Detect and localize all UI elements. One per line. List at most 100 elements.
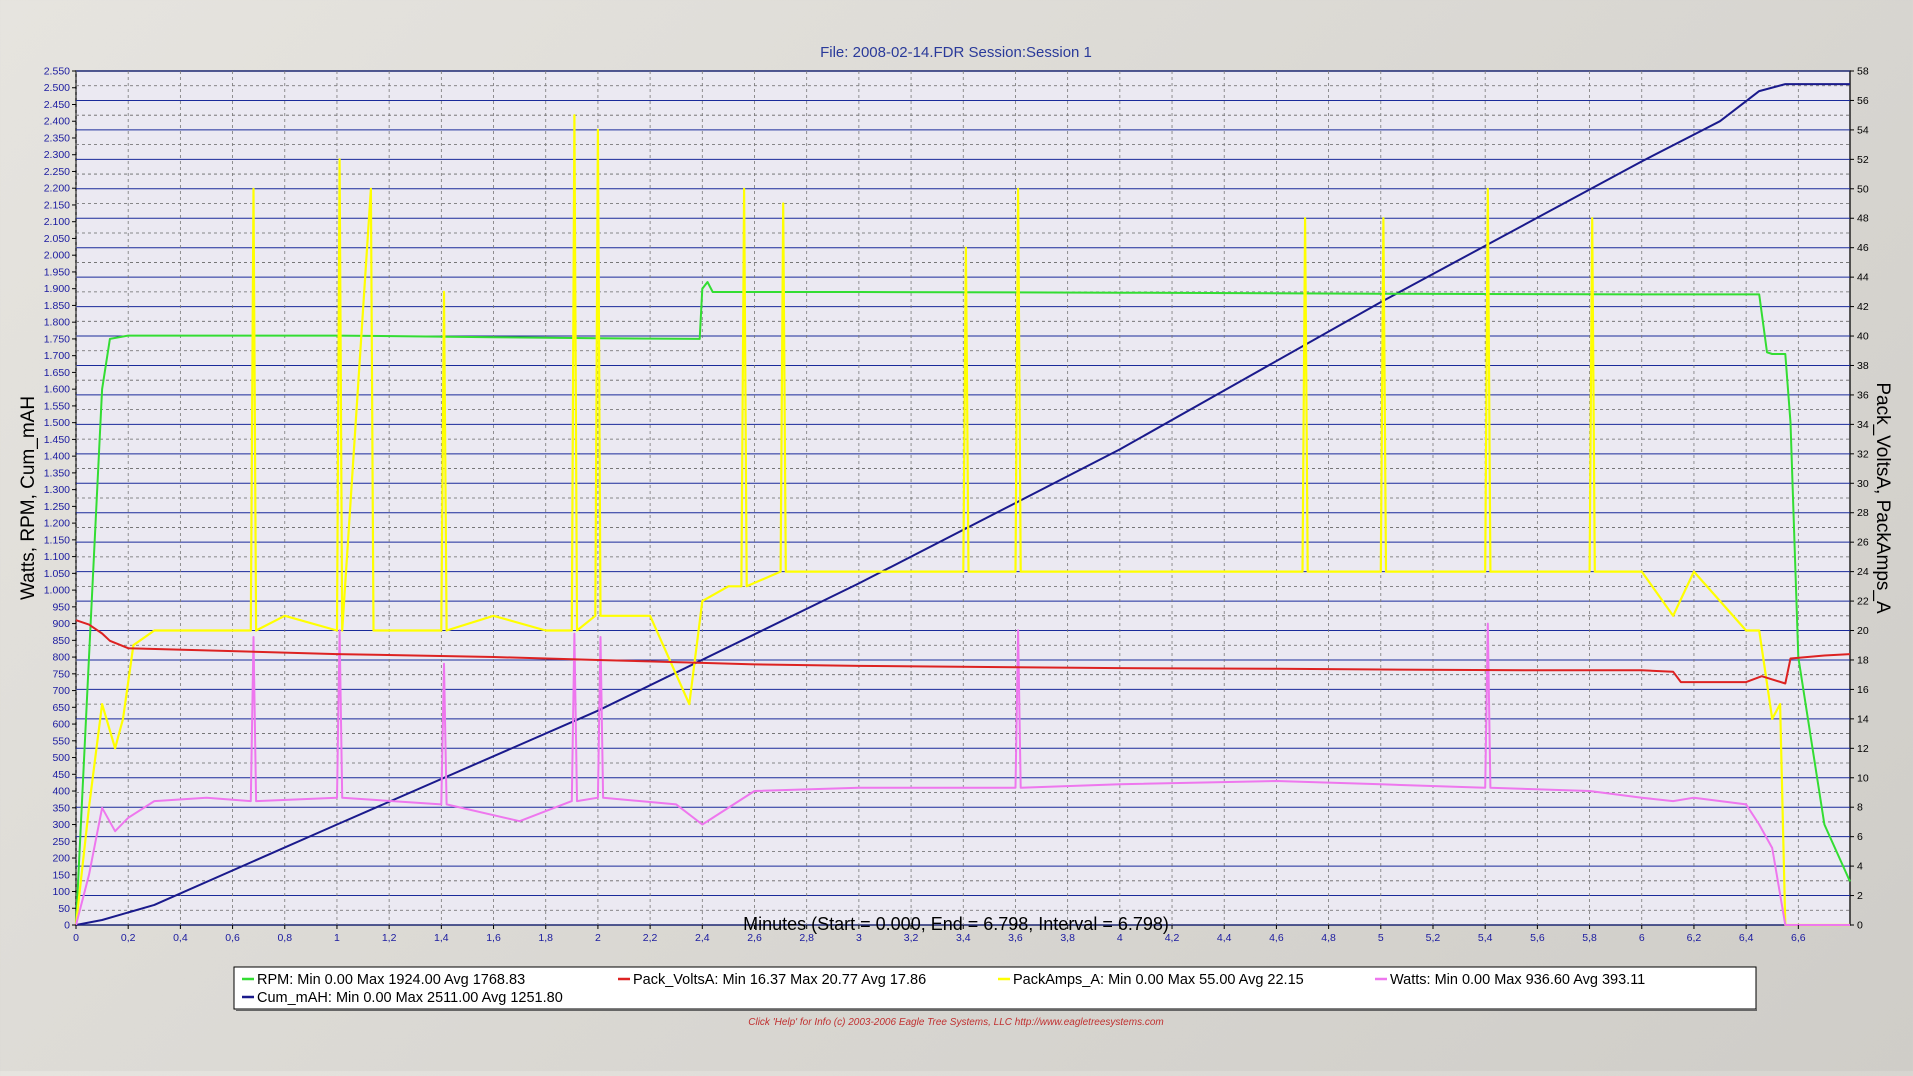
y-axis-right-label: Pack_VoltsA, PackAmps_A <box>1872 382 1893 614</box>
x-tick-label: 6 <box>1639 932 1645 944</box>
y-left-tick-label: 1.950 <box>44 266 70 278</box>
y-left-tick-label: 2.400 <box>44 116 70 128</box>
y-left-tick-label: 1.850 <box>44 300 70 312</box>
y-right-tick-label: 2 <box>1857 890 1863 902</box>
y-right-tick-label: 52 <box>1857 154 1869 166</box>
x-tick-label: 2,4 <box>695 932 710 944</box>
x-tick-label: 4,4 <box>1217 932 1232 944</box>
y-right-tick-label: 54 <box>1857 124 1869 136</box>
x-tick-label: 2 <box>595 932 601 944</box>
footer-copyright: Click 'Help' for Info (c) 2003-2006 Eagl… <box>748 1017 1163 1028</box>
y-left-tick-label: 300 <box>52 819 70 831</box>
x-tick-label: 1 <box>334 932 340 944</box>
y-right-tick-label: 14 <box>1857 713 1869 725</box>
y-left-tick-label: 1.800 <box>44 317 70 329</box>
y-right-tick-label: 48 <box>1857 213 1869 225</box>
y-right-tick-label: 28 <box>1857 507 1869 519</box>
x-tick-label: 5 <box>1378 932 1384 944</box>
legend-entry: RPM: Min 0.00 Max 1924.00 Avg 1768.83 <box>257 972 525 988</box>
y-left-tick-label: 2.450 <box>44 99 70 111</box>
y-left-tick-label: 800 <box>52 652 70 664</box>
x-tick-label: 0,6 <box>225 932 240 944</box>
y-right-tick-label: 56 <box>1857 95 1869 107</box>
y-left-tick-label: 1.300 <box>44 484 70 496</box>
y-right-tick-label: 16 <box>1857 684 1869 696</box>
y-right-tick-label: 26 <box>1857 537 1869 549</box>
y-right-tick-label: 18 <box>1857 654 1869 666</box>
y-left-tick-label: 1.250 <box>44 501 70 513</box>
chart-title: File: 2008-02-14.FDR Session:Session 1 <box>820 44 1092 61</box>
y-left-tick-label: 2.550 <box>44 66 70 78</box>
y-left-tick-label: 1.400 <box>44 451 70 463</box>
x-tick-label: 6,2 <box>1687 932 1702 944</box>
y-right-tick-label: 0 <box>1857 920 1863 932</box>
y-right-tick-label: 36 <box>1857 389 1869 401</box>
legend-entry: Watts: Min 0.00 Max 936.60 Avg 393.11 <box>1390 972 1645 988</box>
y-axis-right: 0246810121416182022242628303234363840424… <box>1850 66 1869 932</box>
y-left-tick-label: 2.150 <box>44 199 70 211</box>
y-left-tick-label: 1.900 <box>44 283 70 295</box>
x-tick-label: 5,2 <box>1426 932 1441 944</box>
y-left-tick-label: 1.100 <box>44 551 70 563</box>
y-left-tick-label: 2.500 <box>44 82 70 94</box>
y-left-tick-label: 1.000 <box>44 585 70 597</box>
x-tick-label: 4,8 <box>1321 932 1336 944</box>
y-left-tick-label: 350 <box>52 802 70 814</box>
y-axis-left: 0 50 100 150 200 250 300 350 400 450 500 550 600 650 7… <box>44 66 76 932</box>
y-right-tick-label: 34 <box>1857 419 1869 431</box>
y-left-tick-label: 950 <box>52 601 70 613</box>
y-left-tick-label: 2.100 <box>44 216 70 228</box>
y-right-tick-label: 30 <box>1857 478 1869 490</box>
y-left-tick-label: 100 <box>52 886 70 898</box>
y-left-tick-label: 600 <box>52 719 70 731</box>
x-tick-label: 5,8 <box>1582 932 1597 944</box>
x-tick-label: 1,6 <box>486 932 501 944</box>
legend-entry: Pack_VoltsA: Min 16.37 Max 20.77 Avg 17.… <box>633 972 926 988</box>
y-right-tick-label: 44 <box>1857 272 1869 284</box>
y-left-tick-label: 2.250 <box>44 166 70 178</box>
chart-window: File: 2008-02-14.FDR Session:Session 1 0… <box>0 0 1913 1071</box>
y-left-tick-label: 150 <box>52 869 70 881</box>
y-left-tick-label: 2.000 <box>44 250 70 262</box>
x-tick-label: 0,2 <box>121 932 136 944</box>
x-tick-label: 2,2 <box>643 932 658 944</box>
y-left-tick-label: 750 <box>52 668 70 680</box>
y-left-tick-label: 250 <box>52 836 70 848</box>
chart-svg: File: 2008-02-14.FDR Session:Session 1 0… <box>18 44 1893 1028</box>
legend-entry: PackAmps_A: Min 0.00 Max 55.00 Avg 22.15 <box>1013 972 1304 988</box>
y-left-tick-label: 650 <box>52 702 70 714</box>
y-right-tick-label: 6 <box>1857 831 1863 843</box>
y-right-tick-label: 8 <box>1857 802 1863 814</box>
y-left-tick-label: 2.350 <box>44 132 70 144</box>
y-left-tick-label: 1.200 <box>44 518 70 530</box>
x-tick-label: 0,4 <box>173 932 188 944</box>
x-tick-label: 1,8 <box>538 932 553 944</box>
y-left-tick-label: 2.200 <box>44 183 70 195</box>
x-tick-label: 6,6 <box>1791 932 1806 944</box>
y-left-tick-label: 1.350 <box>44 467 70 479</box>
y-left-tick-label: 0 <box>64 920 70 932</box>
y-left-tick-label: 1.700 <box>44 350 70 362</box>
y-left-tick-label: 1.750 <box>44 333 70 345</box>
y-left-tick-label: 550 <box>52 735 70 747</box>
y-left-tick-label: 1.600 <box>44 384 70 396</box>
y-right-tick-label: 10 <box>1857 772 1869 784</box>
y-left-tick-label: 450 <box>52 769 70 781</box>
y-right-tick-label: 22 <box>1857 596 1869 608</box>
x-axis-label: Minutes (Start = 0.000, End = 6.798, Int… <box>743 914 1169 934</box>
y-right-tick-label: 40 <box>1857 331 1869 343</box>
y-right-tick-label: 20 <box>1857 625 1869 637</box>
y-left-tick-label: 850 <box>52 635 70 647</box>
y-left-tick-label: 1.450 <box>44 434 70 446</box>
y-left-tick-label: 400 <box>52 786 70 798</box>
y-right-tick-label: 58 <box>1857 66 1869 78</box>
x-tick-label: 5,4 <box>1478 932 1493 944</box>
y-right-tick-label: 46 <box>1857 242 1869 254</box>
y-left-tick-label: 1.500 <box>44 417 70 429</box>
x-tick-label: 0,8 <box>277 932 292 944</box>
x-tick-label: 0 <box>73 932 79 944</box>
legend-entry: Cum_mAH: Min 0.00 Max 2511.00 Avg 1251.8… <box>257 990 563 1006</box>
x-tick-label: 1,4 <box>434 932 449 944</box>
y-left-tick-label: 1.050 <box>44 568 70 580</box>
y-right-tick-label: 24 <box>1857 566 1869 578</box>
